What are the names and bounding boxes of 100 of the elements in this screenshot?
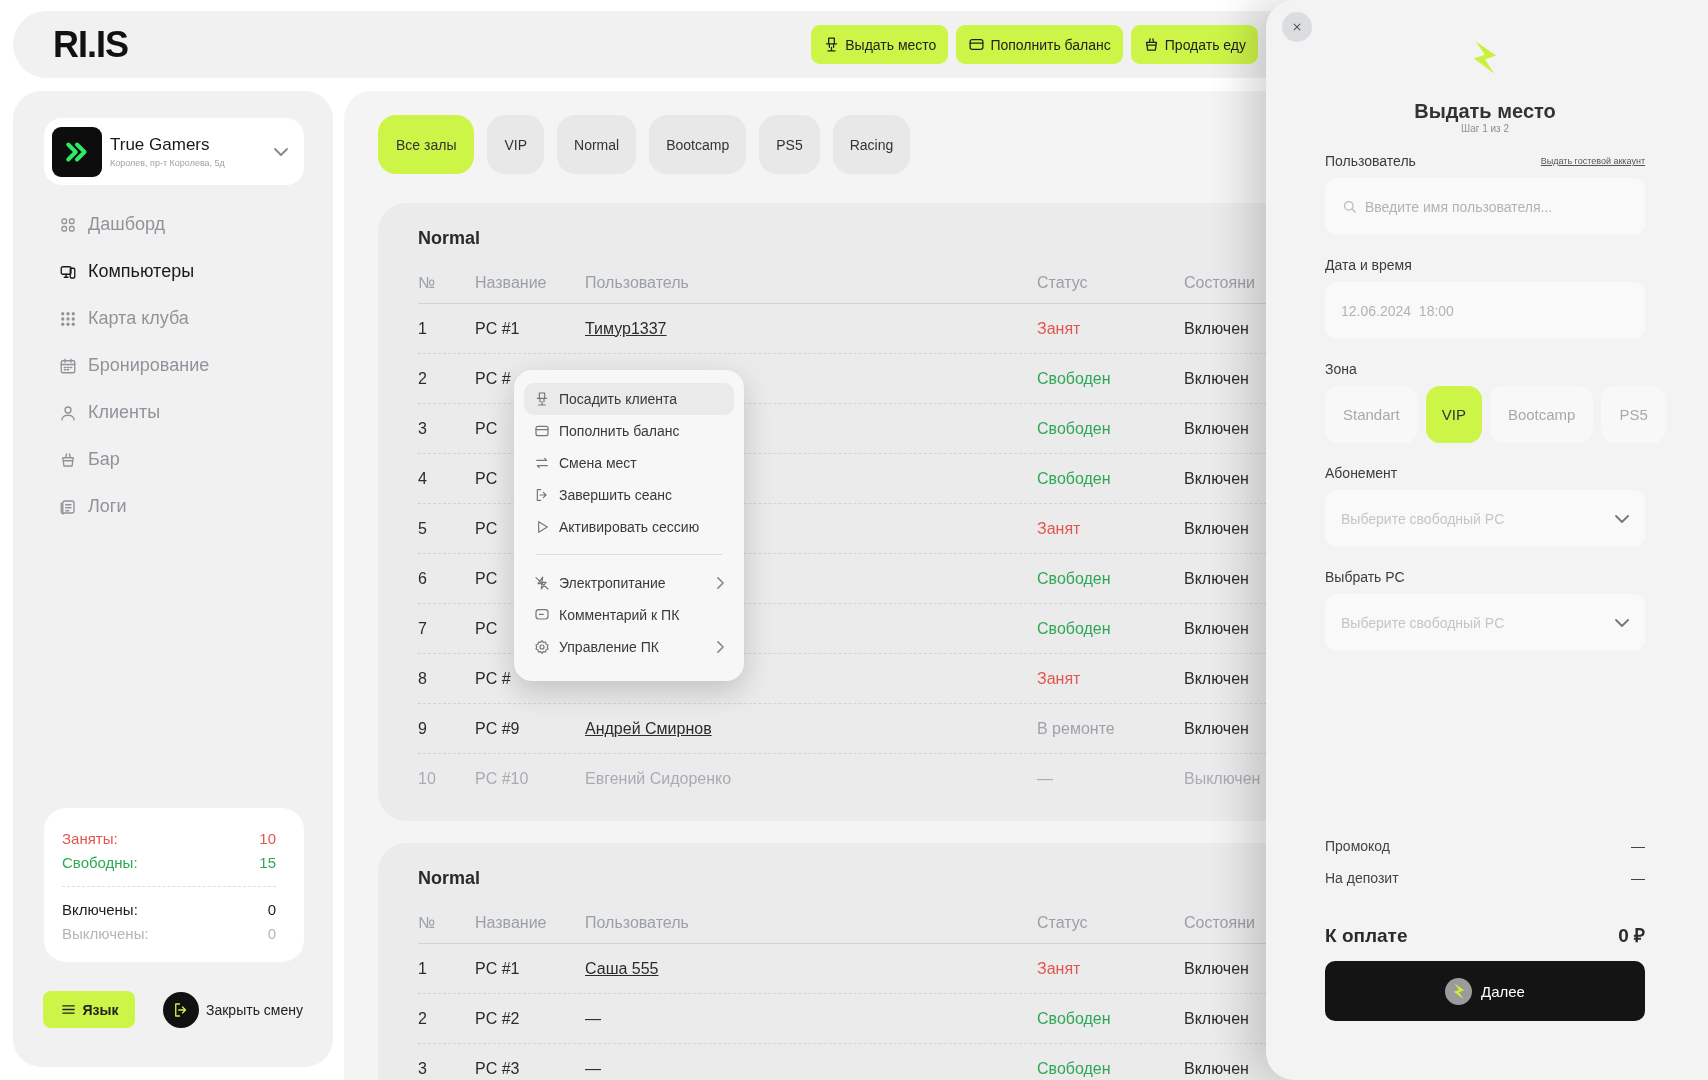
table-cell: PC # [475,369,511,388]
cup-icon [59,450,77,469]
menu-item[interactable]: Смена мест [524,447,734,479]
table-cell: 10 [418,769,436,788]
section-title: Normal [418,867,480,889]
user-link[interactable]: Андрей Смирнов [585,719,712,737]
column-header: Статус [1037,273,1088,292]
user-link[interactable]: Саша 555 [585,959,659,977]
table-cell: PC #3 [475,1059,520,1078]
hall-tab[interactable]: Все залы [378,115,475,174]
menu-item[interactable]: Посадить клиента [524,383,734,415]
close-shift-button[interactable]: Закрыть смену [163,991,303,1028]
table-cell: 6 [418,569,427,588]
calendar-icon [59,356,77,375]
status-cell: Занят [1037,319,1081,338]
action-button[interactable]: Выдать место [811,25,949,64]
seat-icon [534,391,550,407]
comment-icon [534,607,550,623]
table-cell: PC [475,619,498,638]
stat-value: 15 [259,853,276,873]
status-cell: Свободен [1037,419,1111,438]
user-icon [59,403,77,422]
column-header: Пользователь [585,913,689,932]
table-cell: — [585,1059,601,1078]
status-cell: Занят [1037,519,1081,538]
table-cell: Включен [1184,569,1249,588]
table-cell: — [585,1009,601,1028]
column-header: № [418,913,436,932]
table-cell: Включен [1184,419,1249,438]
guest-account-link[interactable]: Выдать гостевой аккаунт [1540,156,1645,166]
hall-tab[interactable]: VIP [487,115,545,174]
table-cell: 7 [418,619,427,638]
chevron-down-icon [1615,618,1629,627]
club-selector[interactable]: True Gamers Королев, пр-т Королева, 5д [44,118,304,185]
settings-icon [534,639,550,655]
club-address: Королев, пр-т Королева, 5д [110,158,226,168]
total-label: К оплате [1325,924,1408,948]
next-button[interactable]: Далее [1325,961,1645,1021]
hall-tab[interactable]: Bootcamp [649,115,747,174]
nav-item[interactable]: Компьютеры [13,248,333,295]
summary-value: — [1631,869,1645,887]
section-title: Normal [418,227,480,249]
table-cell: PC # [475,669,511,688]
table-cell: Включен [1184,959,1249,978]
language-button[interactable]: Язык [43,991,135,1028]
action-button[interactable]: Продать еду [1130,25,1258,64]
table-cell: PC [475,419,498,438]
table-cell: PC #1 [475,319,520,338]
menu-item[interactable]: Электропитание [524,567,734,599]
stat-value: 0 [267,924,276,944]
dots-grid-icon [59,309,77,328]
status-cell: Свободен [1037,619,1111,638]
stat-label: Заняты: [62,829,118,849]
document-icon [59,497,77,516]
table-cell: Включен [1184,619,1249,638]
logo: RI.IS [53,23,128,66]
stat-value: 10 [259,829,276,849]
menu-item[interactable]: Активировать сессию [524,511,734,543]
zone-option[interactable]: VIP [1425,386,1482,443]
menu-item[interactable]: Управление ПК [524,631,734,663]
table-cell: 1 [418,959,427,978]
table-cell: Включен [1184,469,1249,488]
table-cell: 8 [418,669,427,688]
table-cell: Включен [1184,519,1249,538]
table-cell: PC [475,519,498,538]
chevron-down-icon [1615,514,1629,523]
stat-label: Свободны: [62,853,138,873]
table-cell: 1 [418,319,427,338]
hall-tab[interactable]: Racing [832,115,911,174]
card-icon [968,36,986,53]
user-link[interactable]: Тимур1337 [585,319,667,337]
summary-label: На депозит [1325,869,1399,887]
table-cell: 3 [418,419,427,438]
hall-tab[interactable]: Normal [557,115,637,174]
table-cell: PC #2 [475,1009,520,1028]
status-cell: Занят [1037,959,1081,978]
action-button[interactable]: Пополнить баланс [956,25,1123,64]
status-cell: Свободен [1037,469,1111,488]
menu-item[interactable]: Комментарий к ПК [524,599,734,631]
drawer-title: Выдать место [1413,99,1557,123]
table-cell: Выключен [1184,769,1261,788]
menu-item[interactable]: Пополнить баланс [524,415,734,447]
table-cell: 9 [418,719,427,738]
table-cell: PC [475,469,498,488]
close-button[interactable] [1282,12,1312,42]
table-cell: Включен [1184,369,1249,388]
status-cell: Свободен [1037,369,1111,388]
column-header: Статус [1037,913,1088,932]
field-label: Абонемент [1325,465,1398,481]
column-header: № [418,273,436,292]
user-search-field[interactable]: Введите имя пользователя... [1325,178,1645,235]
chevron-right-icon [717,641,724,653]
table-cell: Включен [1184,1009,1249,1028]
hall-tab[interactable]: PS5 [759,115,820,174]
table-cell: PC #1 [475,959,520,978]
card-icon [534,423,550,439]
status-cell: Занят [1037,669,1081,688]
field-label: Зона [1325,361,1357,377]
date-time-field[interactable]: 12.06.2024 18:00 [1325,282,1645,339]
menu-item[interactable]: Завершить сеанс [524,479,734,511]
